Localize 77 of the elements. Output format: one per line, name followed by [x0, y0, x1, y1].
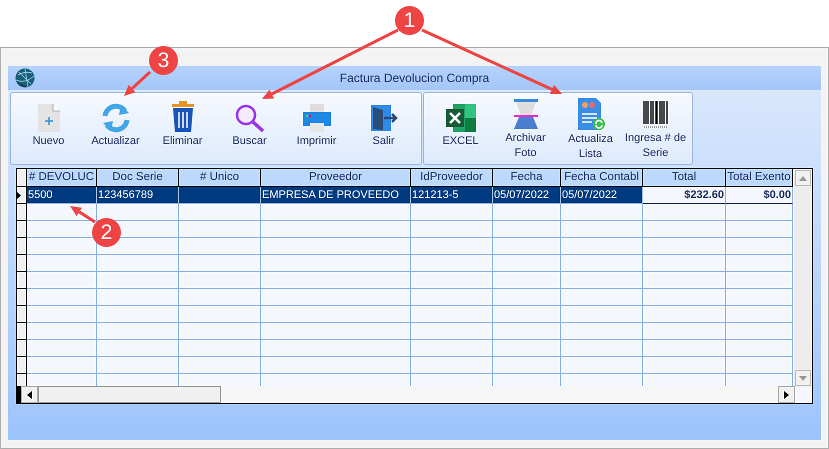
column-header[interactable]: # DEVOLUC	[27, 169, 97, 186]
empty-cell	[726, 272, 793, 289]
column-header[interactable]: Proveedor	[261, 169, 411, 186]
row-header[interactable]	[17, 255, 27, 272]
trash-icon	[170, 99, 196, 133]
row-header[interactable]	[17, 187, 27, 204]
right-arrow-icon	[784, 390, 789, 398]
empty-cell	[493, 238, 561, 255]
empty-cell	[726, 221, 793, 238]
contact-list-icon	[576, 97, 606, 131]
table-cell: $232.60	[643, 187, 726, 204]
row-header[interactable]	[17, 272, 27, 289]
row-header[interactable]	[17, 374, 27, 387]
toolbar-button[interactable]: Nuevo	[15, 97, 82, 161]
row-header[interactable]	[17, 204, 27, 221]
globe-icon	[15, 68, 35, 88]
toolbar-button[interactable]: Buscar	[216, 97, 283, 161]
empty-cell	[493, 340, 561, 357]
column-header[interactable]: Total	[643, 169, 726, 186]
search-icon	[234, 103, 266, 133]
table-cell: 05/07/2022	[561, 187, 643, 204]
toolbar-button[interactable]: Actualizar	[82, 97, 149, 161]
empty-cell	[726, 255, 793, 272]
window-title: Factura Devolucion Compra	[340, 70, 490, 87]
empty-cell	[726, 289, 793, 306]
empty-cell	[726, 204, 793, 221]
row-header[interactable]	[17, 289, 27, 306]
document-icon	[36, 103, 60, 133]
toolbar-button[interactable]: Actualiza Lista	[558, 97, 623, 161]
column-header[interactable]: Doc Serie	[97, 169, 179, 186]
callout-number: 1	[395, 6, 424, 35]
row-header[interactable]	[17, 357, 27, 374]
row-header[interactable]	[17, 340, 27, 357]
row-header[interactable]	[17, 238, 27, 255]
empty-cell	[493, 255, 561, 272]
column-header[interactable]: Fecha	[493, 169, 561, 186]
horizontal-scrollbar[interactable]	[17, 386, 795, 403]
row-header[interactable]	[17, 323, 27, 340]
barcode-icon	[642, 100, 668, 130]
table-cell: 05/07/2022	[493, 187, 561, 204]
empty-cell	[726, 323, 793, 340]
scroll-right-button[interactable]	[778, 386, 795, 403]
table-cell: 123456789	[97, 187, 179, 204]
empty-cell	[493, 323, 561, 340]
down-arrow-icon	[799, 376, 807, 380]
exit-door-icon	[368, 103, 398, 133]
scroll-thumb[interactable]	[38, 386, 221, 403]
empty-cell	[493, 221, 561, 238]
row-header[interactable]	[17, 306, 27, 323]
toolbar-button[interactable]: Archivar Foto	[493, 97, 558, 161]
empty-cell	[493, 272, 561, 289]
toolbar-button[interactable]: EXCEL	[428, 97, 493, 161]
table-cell: $0.00	[726, 187, 793, 204]
empty-cell	[726, 238, 793, 255]
toolbar-button[interactable]: Eliminar	[149, 97, 216, 161]
toolbar-button[interactable]: Salir	[350, 97, 417, 161]
table-cell: EMPRESA DE PROVEEDO	[261, 187, 411, 204]
left-arrow-icon	[27, 390, 32, 398]
toolbar-button[interactable]: Ingresa # de Serie	[623, 97, 688, 161]
empty-cell	[493, 306, 561, 323]
toolbar-button[interactable]: Imprimir	[283, 97, 350, 161]
up-arrow-icon	[799, 176, 807, 180]
spreadsheet-icon	[444, 103, 476, 133]
row-header[interactable]	[17, 221, 27, 238]
empty-cell	[726, 306, 793, 323]
empty-cell	[493, 204, 561, 221]
empty-cell	[493, 289, 561, 306]
table-cell: 121213-5	[411, 187, 493, 204]
column-header[interactable]: Total Exento	[726, 169, 793, 186]
column-header[interactable]: Fecha Contabl	[561, 169, 643, 186]
printer-icon	[300, 103, 332, 133]
refresh-icon	[100, 103, 132, 133]
table-cell: 5500	[27, 187, 97, 204]
column-header[interactable]: IdProveedor	[411, 169, 493, 186]
scroll-left-button[interactable]	[21, 386, 38, 403]
empty-cell	[726, 340, 793, 357]
column-header[interactable]: # Unico	[179, 169, 261, 186]
